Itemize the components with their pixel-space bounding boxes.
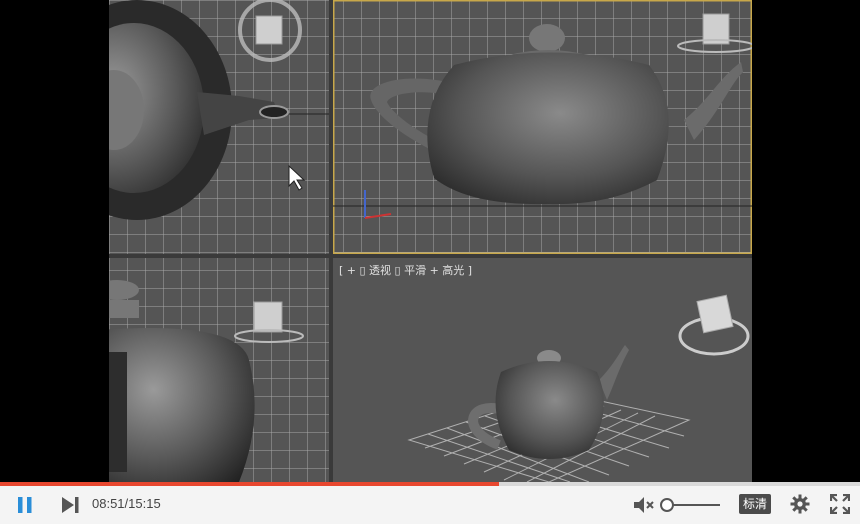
next-button[interactable]	[56, 494, 84, 516]
video-area[interactable]: [ + ▯ 透视 ▯ 平滑 + 高光 ]	[0, 0, 860, 482]
mute-button[interactable]	[632, 494, 656, 516]
gear-icon	[790, 494, 810, 514]
fullscreen-icon	[830, 494, 850, 514]
viewport-top-right	[332, 0, 752, 255]
viewport-perspective: [ + ▯ 透视 ▯ 平滑 + 高光 ]	[333, 258, 752, 482]
control-bar: 08:51/15:15 标清	[0, 486, 860, 524]
play-pause-button[interactable]	[10, 494, 40, 516]
total-time: 15:15	[128, 496, 161, 511]
volume-handle[interactable]	[660, 498, 675, 512]
viewport-label: [ + ▯ 透视 ▯ 平滑 + 高光 ]	[339, 263, 472, 277]
video-frame[interactable]: [ + ▯ 透视 ▯ 平滑 + 高光 ]	[109, 0, 752, 482]
settings-button[interactable]	[788, 492, 812, 516]
quality-button[interactable]: 标清	[739, 494, 771, 514]
volume-slider[interactable]	[666, 504, 720, 506]
fullscreen-button[interactable]	[828, 492, 852, 516]
volume-muted-icon	[634, 497, 654, 513]
viewport-bottom-left	[109, 258, 329, 482]
time-display: 08:51/15:15	[92, 496, 161, 511]
max-viewports-scene: [ + ▯ 透视 ▯ 平滑 + 高光 ]	[109, 0, 752, 482]
current-time: 08:51	[92, 496, 125, 511]
next-icon	[62, 497, 79, 513]
viewport-top-left	[109, 0, 329, 254]
pause-icon	[18, 497, 32, 513]
